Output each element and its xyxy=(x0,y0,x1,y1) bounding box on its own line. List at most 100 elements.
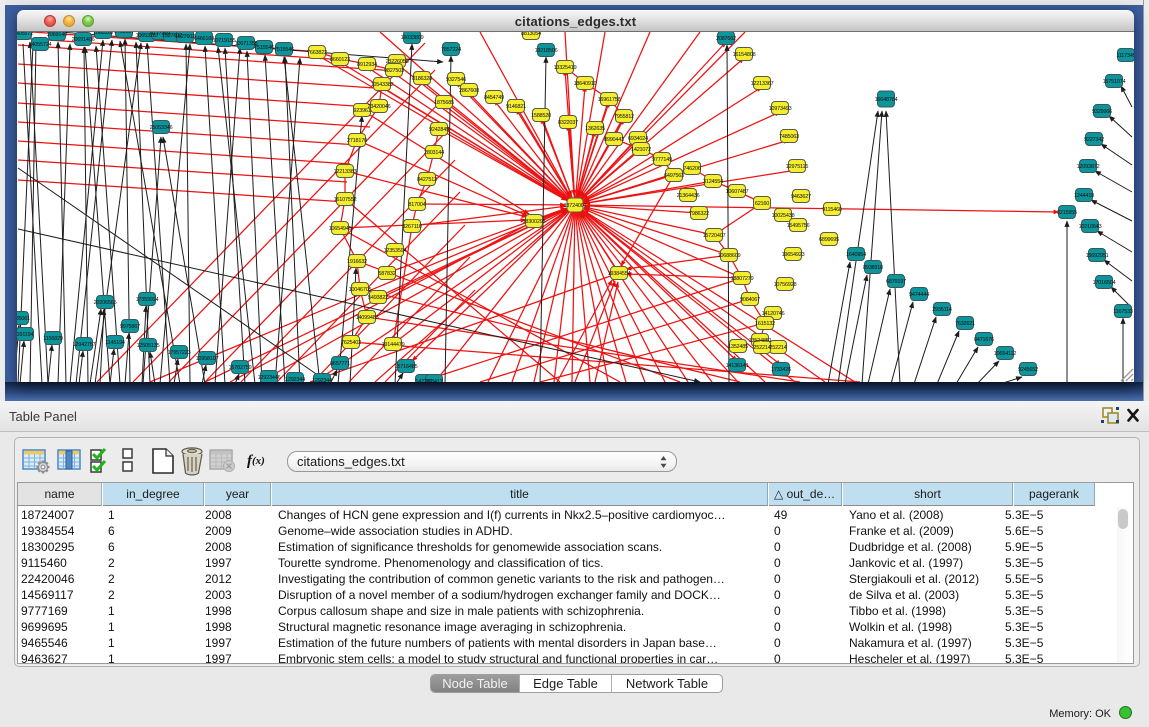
svg-text:391194: 391194 xyxy=(17,332,34,338)
svg-text:18807279: 18807279 xyxy=(731,276,754,282)
svg-text:10607487: 10607487 xyxy=(726,189,749,195)
svg-text:8427512: 8427512 xyxy=(417,177,437,183)
svg-text:9146821: 9146821 xyxy=(506,104,526,110)
svg-text:8267110: 8267110 xyxy=(402,224,422,230)
svg-text:21364436: 21364436 xyxy=(677,193,700,199)
svg-text:6466160: 6466160 xyxy=(194,36,214,42)
svg-text:23226058: 23226058 xyxy=(386,59,409,65)
svg-text:10688609: 10688609 xyxy=(718,253,741,259)
svg-text:16961758: 16961758 xyxy=(598,97,621,103)
svg-text:817004: 817004 xyxy=(408,202,425,208)
svg-text:12093872: 12093872 xyxy=(1077,164,1100,170)
svg-text:9657771: 9657771 xyxy=(330,361,350,367)
svg-text:8454749: 8454749 xyxy=(484,95,504,101)
svg-text:17359924: 17359924 xyxy=(136,297,159,303)
svg-text:10025438: 10025438 xyxy=(772,213,795,219)
svg-text:16107552: 16107552 xyxy=(334,197,357,203)
svg-text:10046705: 10046705 xyxy=(349,287,372,293)
svg-text:6899695: 6899695 xyxy=(819,237,839,243)
svg-text:7857224: 7857224 xyxy=(441,47,461,53)
svg-text:1145194: 1145194 xyxy=(105,340,125,346)
svg-text:20691406: 20691406 xyxy=(72,37,95,43)
svg-text:8186328: 8186328 xyxy=(412,76,432,82)
svg-text:3215955: 3215955 xyxy=(1057,210,1077,216)
svg-text:16782759: 16782759 xyxy=(229,365,252,371)
svg-text:7625402: 7625402 xyxy=(341,340,361,346)
svg-text:10719155: 10719155 xyxy=(213,38,236,44)
svg-text:9327546: 9327546 xyxy=(446,77,466,83)
svg-text:6497563: 6497563 xyxy=(664,173,684,179)
svg-text:17016504: 17016504 xyxy=(1093,280,1116,286)
svg-text:1733426: 1733426 xyxy=(771,367,791,373)
svg-text:1916632: 1916632 xyxy=(347,259,367,265)
svg-text:10654945: 10654945 xyxy=(329,226,352,232)
svg-text:252214: 252214 xyxy=(769,345,786,351)
svg-text:10654112: 10654112 xyxy=(994,351,1017,357)
svg-text:2803144: 2803144 xyxy=(424,150,444,156)
svg-text:14120746: 14120746 xyxy=(762,311,785,317)
svg-text:25053346: 25053346 xyxy=(150,125,173,131)
svg-text:1292344: 1292344 xyxy=(285,377,305,382)
svg-text:1421072: 1421072 xyxy=(631,147,651,153)
svg-text:1527602: 1527602 xyxy=(175,34,195,40)
svg-text:15495756: 15495756 xyxy=(787,223,810,229)
svg-text:18724007: 18724007 xyxy=(564,203,587,209)
svg-text:18640910: 18640910 xyxy=(574,81,597,87)
svg-text:12923446: 12923446 xyxy=(258,375,281,381)
svg-text:19218506: 19218506 xyxy=(535,48,558,54)
svg-text:8471676: 8471676 xyxy=(974,337,994,343)
svg-text:1292344: 1292344 xyxy=(312,378,332,382)
svg-text:9329966: 9329966 xyxy=(1092,109,1112,115)
svg-text:7485063: 7485063 xyxy=(779,134,799,140)
svg-text:6879197: 6879197 xyxy=(886,279,906,285)
svg-text:15751074: 15751074 xyxy=(1103,79,1126,85)
svg-text:923961: 923961 xyxy=(353,108,370,114)
svg-text:12942757: 12942757 xyxy=(73,342,96,348)
svg-text:12353594: 12353594 xyxy=(384,248,407,254)
svg-text:14136141: 14136141 xyxy=(726,363,749,369)
svg-text:1156829: 1156829 xyxy=(43,336,63,342)
svg-text:14099483: 14099483 xyxy=(356,315,379,321)
svg-text:252214: 252214 xyxy=(753,345,770,351)
svg-text:62160: 62160 xyxy=(755,201,769,207)
svg-text:8912934: 8912934 xyxy=(357,62,377,68)
svg-text:7986322: 7986322 xyxy=(689,211,709,217)
svg-text:9115460: 9115460 xyxy=(822,207,842,213)
svg-text:12975115: 12975115 xyxy=(786,164,809,170)
svg-text:16033809: 16033809 xyxy=(401,35,424,41)
svg-text:15716485: 15716485 xyxy=(395,364,418,370)
svg-text:9463627: 9463627 xyxy=(114,32,134,35)
svg-text:963412: 963412 xyxy=(425,379,442,382)
svg-text:8660123: 8660123 xyxy=(330,57,350,63)
svg-text:12505135: 12505135 xyxy=(137,343,160,349)
svg-text:23420046: 23420046 xyxy=(368,104,391,110)
svg-text:9084067: 9084067 xyxy=(740,297,760,303)
svg-text:12213383: 12213383 xyxy=(334,169,357,175)
svg-text:9245652: 9245652 xyxy=(1018,367,1038,373)
svg-text:19654923: 19654923 xyxy=(782,252,805,258)
svg-text:1640954: 1640954 xyxy=(846,252,866,258)
svg-text:1117345: 1117345 xyxy=(1116,53,1134,59)
svg-text:9474444: 9474444 xyxy=(909,292,929,298)
svg-text:8813054: 8813054 xyxy=(521,32,541,37)
svg-text:12213367: 12213367 xyxy=(751,81,774,87)
svg-text:10958107: 10958107 xyxy=(196,356,219,362)
svg-text:1065328: 1065328 xyxy=(93,32,113,36)
svg-text:9242845: 9242845 xyxy=(429,127,449,133)
svg-text:1362635: 1362635 xyxy=(585,126,605,132)
svg-text:8990443: 8990443 xyxy=(604,137,624,143)
svg-text:2718170: 2718170 xyxy=(347,138,367,144)
svg-text:10543382: 10543382 xyxy=(371,82,394,88)
svg-text:9463627: 9463627 xyxy=(791,194,811,200)
svg-text:9777149: 9777149 xyxy=(652,157,672,163)
svg-text:14055724: 14055724 xyxy=(29,42,52,48)
svg-text:1405572: 1405572 xyxy=(17,32,33,37)
svg-text:13524851: 13524851 xyxy=(749,338,772,344)
svg-text:19144479: 19144479 xyxy=(382,342,405,348)
svg-text:10210643: 10210643 xyxy=(1079,224,1102,230)
svg-text:1352485: 1352485 xyxy=(728,344,748,350)
svg-text:5493822: 5493822 xyxy=(368,295,388,301)
svg-text:6934024: 6934024 xyxy=(628,136,648,142)
svg-text:1588520: 1588520 xyxy=(531,113,551,119)
svg-text:2935114: 2935114 xyxy=(932,307,952,313)
